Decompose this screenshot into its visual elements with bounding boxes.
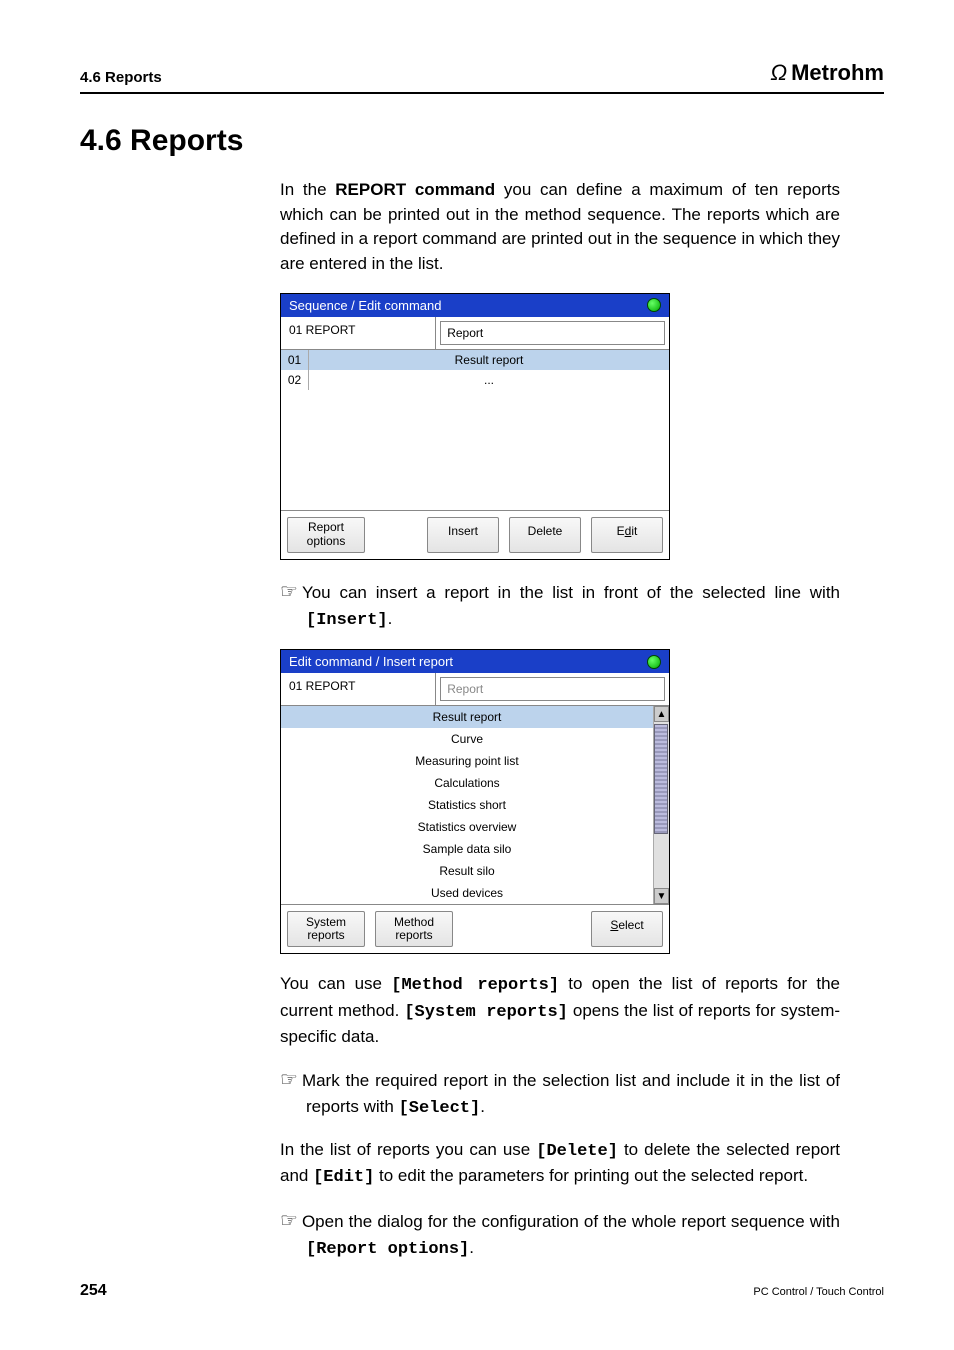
command-id-label: 01 REPORT [281, 317, 436, 349]
pointing-hand-icon: ☞ [280, 581, 298, 603]
delete-edit-paragraph: In the list of reports you can use [Dele… [280, 1138, 840, 1191]
row-label: Result report [309, 350, 669, 370]
list-row[interactable]: 02 ... [281, 370, 669, 390]
list-row[interactable]: 01 Result report [281, 350, 669, 370]
list-item[interactable]: Calculations [281, 772, 653, 794]
list-item[interactable]: Statistics overview [281, 816, 653, 838]
insert-report-dialog: Edit command / Insert report 01 REPORT R… [280, 649, 670, 954]
scroll-up-icon[interactable]: ▲ [654, 706, 669, 722]
section-heading: 4.6 Reports [80, 124, 884, 158]
row-number: 02 [281, 370, 309, 390]
list-item[interactable]: Sample data silo [281, 838, 653, 860]
tip-report-options: ☞Open the dialog for the configuration o… [280, 1207, 840, 1263]
list-item[interactable]: Result report [281, 706, 653, 728]
intro-paragraph: In the REPORT command you can define a m… [280, 178, 840, 277]
status-dot-icon [647, 298, 661, 312]
list-item[interactable]: Used devices [281, 882, 653, 904]
status-dot-icon [647, 655, 661, 669]
scroll-down-icon[interactable]: ▼ [654, 888, 669, 904]
brand-text: Metrohm [791, 60, 884, 86]
running-head-section: 4.6 Reports [80, 69, 162, 86]
select-button[interactable]: Select [591, 911, 663, 947]
dialog-titlebar: Sequence / Edit command [281, 294, 669, 317]
method-system-paragraph: You can use [Method reports] to open the… [280, 972, 840, 1050]
dialog-titlebar: Edit command / Insert report [281, 650, 669, 673]
report-name-field[interactable]: Report [440, 321, 665, 345]
header-rule [80, 92, 884, 94]
tip-insert: ☞You can insert a report in the list in … [280, 578, 840, 634]
tip-select: ☞Mark the required report in the selecti… [280, 1066, 840, 1122]
dialog-title: Sequence / Edit command [289, 298, 441, 313]
pointing-hand-icon: ☞ [280, 1210, 298, 1232]
command-id-label: 01 REPORT [281, 673, 436, 705]
list-item[interactable]: Result silo [281, 860, 653, 882]
brand-logo: Ω Metrohm [770, 60, 884, 86]
delete-button[interactable]: Delete [509, 517, 581, 553]
row-label: ... [309, 370, 669, 390]
sequence-edit-dialog: Sequence / Edit command 01 REPORT Report… [280, 293, 670, 560]
row-number: 01 [281, 350, 309, 370]
dialog-title: Edit command / Insert report [289, 654, 453, 669]
page-number: 254 [80, 1282, 107, 1300]
list-item[interactable]: Statistics short [281, 794, 653, 816]
pointing-hand-icon: ☞ [280, 1069, 298, 1091]
report-list[interactable]: 01 Result report 02 ... [281, 350, 669, 390]
scrollbar[interactable]: ▲ ▼ [653, 706, 669, 904]
list-item[interactable]: Curve [281, 728, 653, 750]
brand-omega-icon: Ω [770, 60, 787, 86]
scroll-thumb[interactable] [654, 724, 668, 834]
insert-button[interactable]: Insert [427, 517, 499, 553]
method-reports-button[interactable]: Methodreports [375, 911, 453, 947]
report-name-field-disabled: Report [440, 677, 665, 701]
list-item[interactable]: Measuring point list [281, 750, 653, 772]
report-options-button[interactable]: Reportoptions [287, 517, 365, 553]
footer-right: PC Control / Touch Control [753, 1286, 884, 1298]
system-reports-button[interactable]: Systemreports [287, 911, 365, 947]
report-type-list[interactable]: Result report Curve Measuring point list… [281, 706, 669, 904]
edit-button[interactable]: Edit [591, 517, 663, 553]
